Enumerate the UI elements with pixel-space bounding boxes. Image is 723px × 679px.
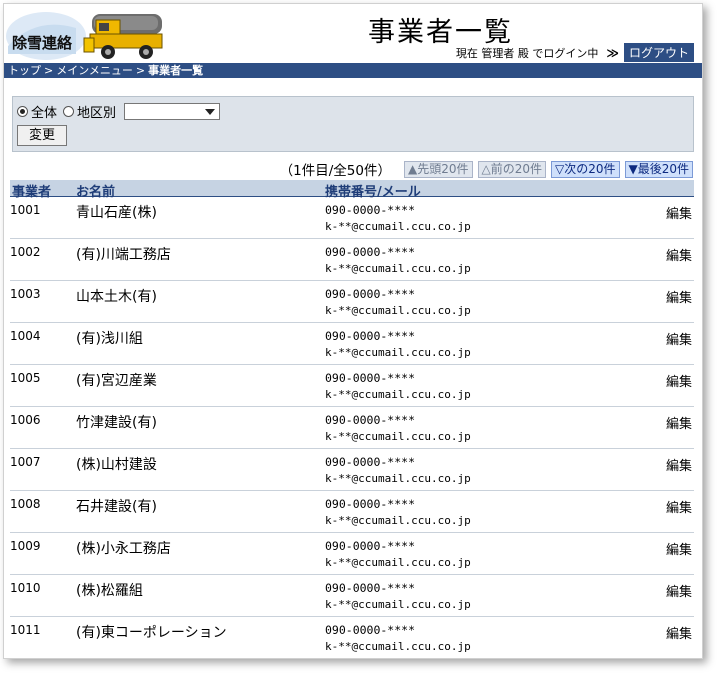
business-code: 1004 [10, 329, 41, 343]
business-code: 1005 [10, 371, 41, 385]
user-status: 現在 管理者 殿 でログイン中 ≫ ログアウト [456, 43, 694, 62]
business-code: 1008 [10, 497, 41, 511]
table-header: 事業者 お名前 携帯番号/メール [10, 180, 694, 200]
business-name: (有)東コーポレーション [76, 625, 227, 641]
radio-region-label[interactable]: 地区別 [77, 102, 116, 121]
email-address: k-**@ccumail.ccu.co.jp [325, 430, 471, 443]
radio-region[interactable] [63, 105, 75, 117]
login-status-text: 現在 管理者 殿 でログイン中 [455, 46, 599, 60]
last-page-button[interactable]: ▼最後20件 [624, 160, 693, 178]
table-row: 1006 竹津建設(有) 090-0000-**** k-**@ccumail.ccu… [10, 407, 694, 449]
table-row: 1009 (株)小永工務店 090-0000-**** k-**@ccumail.cc… [10, 533, 694, 575]
edit-link[interactable]: 編集 [666, 287, 692, 306]
email-address: k-**@ccumail.ccu.co.jp [325, 514, 471, 527]
business-name: 青山石産(株) [76, 205, 157, 221]
phone-number: 090-0000-**** [325, 581, 416, 595]
double-chevron-icon: ≫ [606, 45, 619, 60]
app-window: 除雪連絡 事業者一覧 現在 管理者 殿 でログイン中 ≫ ログアウト トップ >… [3, 3, 703, 659]
edit-link[interactable]: 編集 [666, 497, 692, 516]
email-address: k-**@ccumail.ccu.co.jp [325, 304, 471, 317]
phone-number: 090-0000-**** [325, 287, 416, 301]
email-address: k-**@ccumail.ccu.co.jp [325, 262, 471, 275]
edit-link[interactable]: 編集 [666, 245, 692, 264]
business-code: 1002 [10, 245, 41, 259]
filter-panel: 全体 地区別 変更 [12, 96, 694, 152]
phone-number: 090-0000-**** [325, 497, 416, 511]
email-address: k-**@ccumail.ccu.co.jp [325, 346, 471, 359]
pager: （1件目/全50件） ▲先頭20件 △前の20件 ▽次の20件 ▼最後20件 [4, 160, 693, 179]
table-row: 1005 (有)宮辺産業 090-0000-**** k-**@ccumail.ccu… [10, 365, 694, 407]
edit-link[interactable]: 編集 [666, 203, 692, 222]
table-row: 1007 (株)山村建設 090-0000-**** k-**@ccumail.ccu… [10, 449, 694, 491]
table-row: 1002 (有)川端工務店 090-0000-**** k-**@ccumail.cc… [10, 239, 694, 281]
change-button[interactable]: 変更 [17, 125, 67, 146]
logo: 除雪連絡 [6, 6, 166, 62]
table-row: 1010 (株)松羅組 090-0000-**** k-**@ccumail.ccu.… [10, 575, 694, 617]
edit-link[interactable]: 編集 [666, 623, 692, 642]
chevron-right-icon: > [135, 64, 146, 77]
edit-link[interactable]: 編集 [666, 581, 692, 600]
table-row: 1008 石井建設(有) 090-0000-**** k-**@ccumail.ccu… [10, 491, 694, 533]
prev-page-button[interactable]: △前の20件 [477, 160, 546, 178]
first-page-button[interactable]: ▲先頭20件 [404, 160, 473, 178]
business-code: 1007 [10, 455, 41, 469]
business-name: 竹津建設(有) [76, 415, 157, 431]
table-row: 1004 (有)浅川組 090-0000-**** k-**@ccumail.ccu.… [10, 323, 694, 365]
logout-button[interactable]: ログアウト [623, 43, 694, 62]
table-row: 1001 青山石産(株) 090-0000-**** k-**@ccumail.ccu… [10, 197, 694, 239]
phone-number: 090-0000-**** [325, 371, 416, 385]
filter-options: 全体 地区別 [17, 102, 689, 121]
logo-text: 除雪連絡 [12, 34, 73, 52]
phone-number: 090-0000-**** [325, 329, 416, 343]
business-code: 1006 [10, 413, 41, 427]
edit-link[interactable]: 編集 [666, 539, 692, 558]
record-count: （1件目/全50件） [279, 163, 391, 179]
business-list: 1001 青山石産(株) 090-0000-**** k-**@ccumail.ccu… [10, 197, 694, 658]
email-address: k-**@ccumail.ccu.co.jp [325, 472, 471, 485]
breadcrumb-item-current: 事業者一覧 [148, 64, 204, 77]
business-name: (有)浅川組 [76, 331, 143, 347]
phone-number: 090-0000-**** [325, 455, 416, 469]
email-address: k-**@ccumail.ccu.co.jp [325, 640, 471, 653]
chevron-right-icon: > [44, 64, 54, 77]
breadcrumb-item-top[interactable]: トップ [8, 63, 41, 78]
business-name: 石井建設(有) [76, 499, 157, 515]
breadcrumb: トップ > メインメニュー > 事業者一覧 [4, 63, 702, 78]
page-header: 除雪連絡 事業者一覧 現在 管理者 殿 でログイン中 ≫ ログアウト [4, 4, 702, 63]
phone-number: 090-0000-**** [325, 623, 416, 637]
business-code: 1010 [10, 581, 41, 595]
next-page-button[interactable]: ▽次の20件 [551, 160, 620, 178]
business-name: (株)松羅組 [76, 583, 143, 599]
edit-link[interactable]: 編集 [666, 455, 692, 474]
breadcrumb-item-main-menu[interactable]: メインメニュー [56, 63, 133, 78]
radio-all[interactable] [17, 105, 28, 117]
edit-link[interactable]: 編集 [666, 413, 692, 432]
phone-number: 090-0000-**** [325, 245, 416, 259]
table-row: 1003 山本土木(有) 090-0000-**** k-**@ccumail.ccu… [10, 281, 694, 323]
region-select[interactable] [124, 102, 221, 120]
business-name: (株)山村建設 [76, 457, 157, 473]
email-address: k-**@ccumail.ccu.co.jp [325, 598, 471, 611]
edit-link[interactable]: 編集 [666, 329, 692, 348]
email-address: k-**@ccumail.ccu.co.jp [325, 220, 471, 233]
business-name: (有)川端工務店 [76, 247, 171, 263]
edit-link[interactable]: 編集 [666, 371, 692, 390]
business-name: (株)小永工務店 [76, 541, 171, 557]
phone-number: 090-0000-**** [325, 539, 416, 553]
email-address: k-**@ccumail.ccu.co.jp [325, 556, 471, 569]
business-name: 山本土木(有) [76, 289, 157, 305]
phone-number: 090-0000-**** [325, 203, 416, 217]
business-code: 1001 [10, 203, 41, 217]
phone-number: 090-0000-**** [325, 413, 416, 427]
radio-all-label[interactable]: 全体 [31, 102, 57, 121]
table-row: 1011 (有)東コーポレーション 090-0000-**** k-**@ccumai… [10, 617, 694, 658]
business-code: 1009 [10, 539, 41, 553]
business-code: 1003 [10, 287, 41, 301]
business-code: 1011 [10, 623, 41, 637]
email-address: k-**@ccumail.ccu.co.jp [325, 388, 471, 401]
business-name: (有)宮辺産業 [76, 373, 157, 389]
